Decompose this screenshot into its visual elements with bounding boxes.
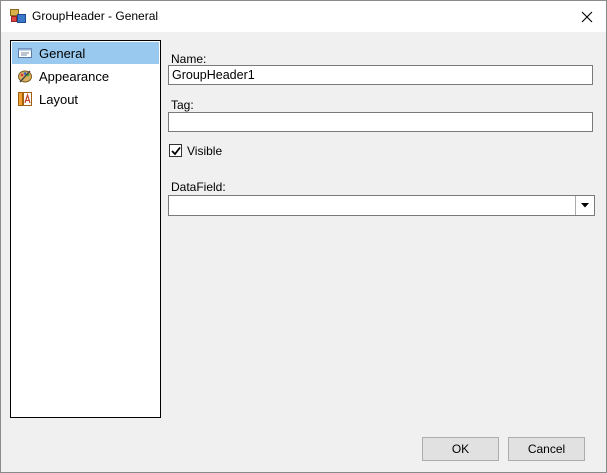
- name-input[interactable]: [172, 66, 592, 84]
- close-button[interactable]: [567, 1, 606, 32]
- nav-item-label: Layout: [39, 91, 79, 107]
- app-icon: [10, 9, 26, 23]
- nav-item-layout[interactable]: Layout: [12, 88, 159, 110]
- name-label: Name:: [171, 52, 207, 66]
- nav-item-general[interactable]: General: [12, 42, 159, 64]
- close-icon: [581, 11, 592, 22]
- general-icon: [17, 45, 33, 61]
- cancel-button[interactable]: Cancel: [508, 437, 585, 461]
- datafield-dropdown[interactable]: [168, 195, 595, 216]
- name-field[interactable]: [168, 65, 593, 85]
- dropdown-button[interactable]: [575, 196, 594, 215]
- layout-icon: [17, 91, 33, 107]
- dialog-window: GroupHeader - General General Appearance…: [0, 0, 607, 473]
- visible-label[interactable]: Visible: [187, 144, 222, 158]
- category-list[interactable]: General Appearance Layout: [10, 40, 161, 418]
- nav-item-label: General: [39, 45, 86, 61]
- nav-item-label: Appearance: [39, 68, 110, 84]
- tag-input[interactable]: [172, 113, 592, 131]
- nav-item-appearance[interactable]: Appearance: [12, 65, 159, 87]
- ok-button[interactable]: OK: [422, 437, 499, 461]
- visible-checkbox[interactable]: [169, 144, 182, 157]
- title-bar: GroupHeader - General: [1, 1, 606, 32]
- checkmark-icon: [171, 146, 181, 156]
- tag-field[interactable]: [168, 112, 593, 132]
- appearance-icon: [17, 68, 33, 84]
- chevron-down-icon: [581, 203, 589, 208]
- datafield-label: DataField:: [171, 180, 226, 194]
- window-title: GroupHeader - General: [32, 9, 159, 23]
- tag-label: Tag:: [171, 98, 194, 112]
